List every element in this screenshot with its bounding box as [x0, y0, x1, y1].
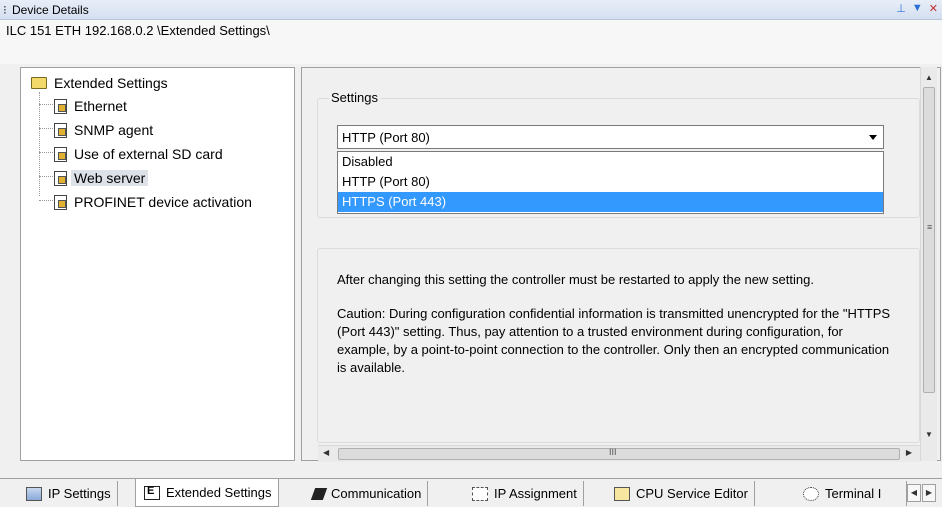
- tab-label: CPU Service Editor: [636, 486, 748, 501]
- horizontal-scroll-thumb[interactable]: III: [338, 447, 900, 460]
- vertical-scrollbar[interactable]: ▲ ≡ ▼: [920, 67, 937, 461]
- option-https[interactable]: HTTPS (Port 443): [338, 192, 883, 212]
- tab-label: Extended Settings: [166, 485, 272, 500]
- tree-connector: [39, 128, 53, 129]
- terminal-icon: [803, 486, 819, 501]
- chevron-down-icon[interactable]: [869, 135, 877, 140]
- settings-document-icon: [54, 122, 67, 138]
- tree-connector: [39, 200, 53, 201]
- tree-root-label: Extended Settings: [54, 75, 168, 91]
- tabs-scroll-left-icon[interactable]: ◀: [907, 484, 921, 502]
- settings-document-icon: [54, 98, 67, 114]
- tree-item-label: Use of external SD card: [74, 146, 223, 162]
- pin-icon[interactable]: ⊥: [896, 2, 906, 15]
- tab-label: Terminal I: [825, 486, 882, 501]
- tabs-scroll-right-icon[interactable]: ▶: [922, 484, 936, 502]
- grip-icon[interactable]: ⁝: [3, 3, 7, 17]
- tab-label: IP Assignment: [494, 486, 577, 501]
- grip-icon: III: [609, 447, 617, 457]
- close-icon[interactable]: ✕: [929, 2, 938, 15]
- network-icon: [26, 486, 42, 501]
- settings-document-icon: [54, 170, 67, 186]
- scroll-right-icon[interactable]: ▶: [906, 448, 912, 457]
- tab-label: Communication: [331, 486, 422, 501]
- tab-label: IP Settings: [48, 486, 111, 501]
- horizontal-scrollbar[interactable]: ◀ III ▶: [318, 445, 920, 462]
- cpu-icon: [614, 486, 630, 501]
- tab-communication[interactable]: Communication: [305, 481, 429, 506]
- tree-item-web-server[interactable]: Web server: [54, 168, 149, 188]
- tab-ip-assignment[interactable]: IP Assignment: [464, 481, 584, 506]
- tree-item-ethernet[interactable]: Ethernet: [54, 96, 130, 116]
- scroll-left-icon[interactable]: ◀: [323, 448, 329, 457]
- scroll-down-icon[interactable]: ▼: [925, 430, 933, 439]
- tree-connector: [39, 176, 53, 177]
- restart-note: After changing this setting the controll…: [337, 272, 814, 287]
- breadcrumb-bar: ILC 151 ETH 192.168.0.2 \Extended Settin…: [0, 20, 942, 64]
- tab-extended-settings[interactable]: Extended Settings: [135, 479, 279, 507]
- tree-item-label: PROFINET device activation: [74, 194, 252, 210]
- select-value: HTTP (Port 80): [342, 130, 430, 145]
- tree-item-profinet[interactable]: PROFINET device activation: [54, 192, 255, 212]
- communication-icon: [310, 487, 328, 500]
- tree-item-snmp-agent[interactable]: SNMP agent: [54, 120, 156, 140]
- info-text: After changing this setting the controll…: [337, 271, 897, 393]
- settings-document-icon: [54, 146, 67, 162]
- tree-item-sd-card[interactable]: Use of external SD card: [54, 144, 226, 164]
- tree-connector: [39, 104, 53, 105]
- tree-root-extended-settings[interactable]: Extended Settings: [31, 73, 171, 93]
- settings-tree: Extended Settings Ethernet SNMP agent Us…: [20, 67, 295, 461]
- caution-note: Caution: During configuration confidenti…: [337, 306, 891, 375]
- extended-settings-icon: [144, 485, 160, 500]
- panel-titlebar: ⁝ Device Details ⊥ ▼ ✕: [0, 0, 942, 20]
- protocol-dropdown-list: Disabled HTTP (Port 80) HTTPS (Port 443): [337, 151, 884, 214]
- vertical-scroll-thumb[interactable]: ≡: [923, 87, 935, 393]
- option-http[interactable]: HTTP (Port 80): [338, 172, 883, 192]
- panel-title: Device Details: [12, 3, 89, 17]
- tab-cpu-service-editor[interactable]: CPU Service Editor: [606, 481, 755, 506]
- tree-item-label: Web server: [71, 170, 149, 186]
- tab-ip-settings[interactable]: IP Settings: [18, 481, 118, 506]
- web-server-protocol-select[interactable]: HTTP (Port 80): [337, 125, 884, 149]
- settings-group-label: Settings: [329, 90, 380, 105]
- scroll-up-icon[interactable]: ▲: [925, 73, 933, 82]
- panel-menu-icon[interactable]: ▼: [912, 2, 923, 15]
- settings-document-icon: [54, 194, 67, 210]
- grip-icon: ≡: [927, 222, 933, 232]
- tree-connector-line: [39, 92, 40, 196]
- tree-item-label: SNMP agent: [74, 122, 154, 138]
- tree-connector: [39, 152, 53, 153]
- ip-assignment-icon: [472, 486, 488, 501]
- tab-terminal[interactable]: Terminal I: [795, 481, 907, 506]
- bottom-tab-bar: IP Settings Extended Settings Communicat…: [0, 478, 942, 507]
- breadcrumb-path: ILC 151 ETH 192.168.0.2 \Extended Settin…: [6, 23, 270, 38]
- folder-open-icon: [31, 77, 47, 89]
- option-disabled[interactable]: Disabled: [338, 152, 883, 172]
- tree-item-label: Ethernet: [74, 98, 127, 114]
